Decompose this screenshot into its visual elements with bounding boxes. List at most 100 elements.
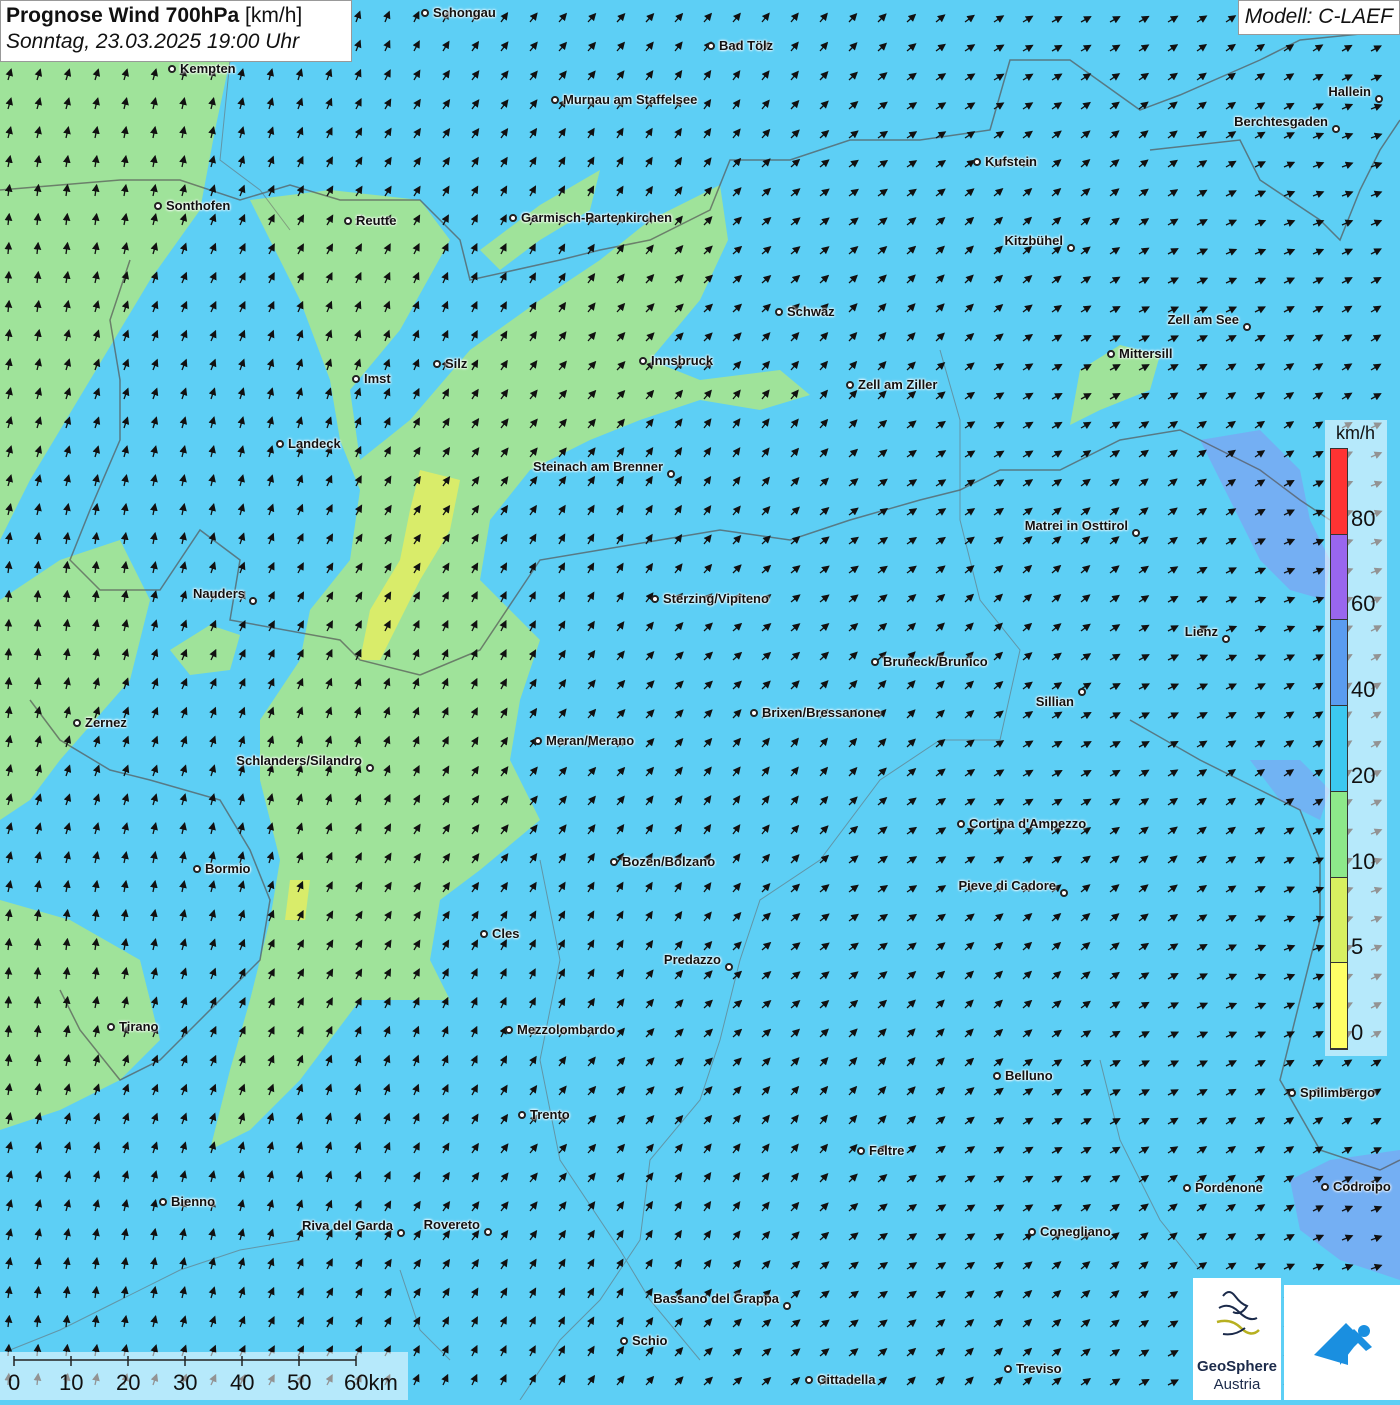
city-dot-icon <box>421 9 429 17</box>
city-label: Meran/Merano <box>546 733 635 748</box>
geosphere-country: Austria <box>1213 1376 1261 1393</box>
city-label: Brixen/Bressanone <box>762 705 881 720</box>
weather-app-logo[interactable] <box>1284 1285 1400 1400</box>
city-dot-icon <box>249 597 257 605</box>
city-dot-icon <box>168 65 176 73</box>
city-dot-icon <box>805 1376 813 1384</box>
city-label: Berchtesgaden <box>1234 114 1328 129</box>
city-dot-icon <box>1222 635 1230 643</box>
city-dot-icon <box>397 1229 405 1237</box>
wind-arrow <box>4 241 13 255</box>
city-dot-icon <box>509 214 517 222</box>
city-dot-icon <box>366 764 374 772</box>
city-dot-icon <box>957 820 965 828</box>
city-label: Spilimbergo <box>1300 1085 1376 1100</box>
city-dot-icon <box>505 1026 513 1034</box>
legend-swatch <box>1331 877 1347 964</box>
city-label: Imst <box>364 371 391 386</box>
city-label: Tirano <box>119 1019 159 1034</box>
city-label: Sonthofen <box>166 198 231 213</box>
city-dot-icon <box>107 1023 115 1031</box>
geosphere-name: GeoSphere <box>1196 1358 1278 1375</box>
city-label: Schio <box>632 1333 668 1348</box>
city-label: Schlanders/Silandro <box>236 753 362 768</box>
city-dot-icon <box>857 1147 865 1155</box>
city-dot-icon <box>1028 1228 1036 1236</box>
city-label: Kitzbühel <box>1004 233 1064 248</box>
city-label: Murnau am Staffelsee <box>563 92 698 107</box>
city-dot-icon <box>518 1111 526 1119</box>
city-label: Treviso <box>1016 1361 1062 1376</box>
city-dot-icon <box>480 930 488 938</box>
legend-label: 0 <box>1351 1020 1364 1045</box>
city-label: Bormio <box>205 861 251 876</box>
city-dot-icon <box>352 375 360 383</box>
city-dot-icon <box>871 658 879 666</box>
city-label: Cles <box>492 926 520 941</box>
city-label: Mittersill <box>1119 346 1173 361</box>
legend-color-bar <box>1330 448 1348 1050</box>
city-dot-icon <box>610 858 618 866</box>
city-dot-icon <box>484 1228 492 1236</box>
legend-swatch <box>1331 449 1347 535</box>
city-label: Bruneck/Brunico <box>883 654 988 669</box>
city-label: Belluno <box>1005 1068 1053 1083</box>
city-dot-icon <box>534 737 542 745</box>
forecast-datetime: Sonntag, 23.03.2025 19:00 Uhr <box>6 30 300 53</box>
wind-arrow <box>4 647 13 661</box>
city-label: Bassano del Grappa <box>653 1291 779 1306</box>
city-label: Cittadella <box>817 1372 876 1387</box>
city-dot-icon <box>725 963 733 971</box>
city-label: Innsbruck <box>651 353 714 368</box>
city-dot-icon <box>993 1072 1001 1080</box>
city-label: Conegliano <box>1040 1224 1111 1239</box>
city-dot-icon <box>1321 1183 1329 1191</box>
city-dot-icon <box>433 360 441 368</box>
city-label: Trento <box>530 1107 570 1122</box>
city-label: Sterzing/Vipiteno <box>663 591 769 606</box>
city-label: Schongau <box>433 5 496 20</box>
city-label: Reutte <box>356 213 397 228</box>
city-label: Landeck <box>288 436 341 451</box>
legend-swatch <box>1331 534 1347 621</box>
city-dot-icon <box>159 1198 167 1206</box>
legend-swatch <box>1331 963 1347 1049</box>
wind-arrow <box>4 995 13 1009</box>
legend-label: 40 <box>1351 677 1376 703</box>
scale-label: 0 <box>8 1370 21 1395</box>
title-main: Prognose Wind 700hPa <box>6 4 240 27</box>
geosphere-logo[interactable]: GeoSphere Austria <box>1193 1278 1281 1400</box>
city-dot-icon <box>1243 323 1251 331</box>
legend-unit: km/h <box>1336 423 1376 443</box>
legend-swatch <box>1331 620 1347 707</box>
scale-label: 20 <box>116 1370 141 1395</box>
city-dot-icon <box>1375 95 1383 103</box>
cloud-arrow-icon <box>1314 1323 1372 1365</box>
city-dot-icon <box>651 595 659 603</box>
scale-label: 50 <box>287 1370 312 1395</box>
city-dot-icon <box>1132 529 1140 537</box>
scale-label: 10 <box>59 1370 84 1395</box>
city-label: Garmisch-Partenkirchen <box>521 210 673 225</box>
city-dot-icon <box>707 42 715 50</box>
city-dot-icon <box>1183 1184 1191 1192</box>
city-dot-icon <box>1060 889 1068 897</box>
legend-label: 10 <box>1351 848 1376 874</box>
city-dot-icon <box>193 865 201 873</box>
city-label: Zell am Ziller <box>858 377 938 392</box>
city-dot-icon <box>1107 350 1115 358</box>
city-dot-icon <box>750 709 758 717</box>
city-label: Cortina d'Ampezzo <box>969 816 1087 831</box>
legend-swatch <box>1331 706 1347 792</box>
city-dot-icon <box>344 217 352 225</box>
scale-label: 60km <box>344 1370 398 1395</box>
city-label: Kufstein <box>985 154 1037 169</box>
city-dot-icon <box>154 202 162 210</box>
city-label: Hallein <box>1328 84 1371 99</box>
city-dot-icon <box>73 719 81 727</box>
city-dot-icon <box>667 470 675 478</box>
geosphere-emblem-icon <box>1216 1291 1260 1336</box>
legend-label: 80 <box>1351 505 1376 531</box>
city-dot-icon <box>1078 688 1086 696</box>
city-dot-icon <box>276 440 284 448</box>
